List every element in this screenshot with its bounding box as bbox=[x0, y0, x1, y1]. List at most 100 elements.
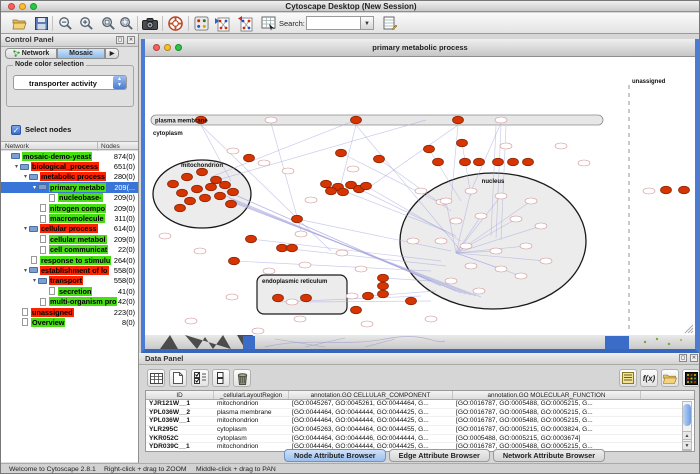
gene-node-selected[interactable] bbox=[197, 168, 208, 176]
gene-node[interactable] bbox=[263, 268, 275, 274]
tree-row[interactable]: mosaic-demo-yeast874(0) bbox=[1, 151, 138, 161]
gene-node[interactable] bbox=[415, 188, 427, 194]
gene-node[interactable] bbox=[305, 197, 317, 203]
gene-node-selected[interactable] bbox=[679, 186, 690, 194]
gene-node-selected[interactable] bbox=[292, 215, 303, 223]
zoom-selected-icon[interactable] bbox=[118, 15, 135, 32]
select-nodes-checkbox[interactable]: ✓ bbox=[11, 125, 21, 135]
column-header[interactable]: ID bbox=[146, 391, 214, 399]
new-attribute-icon[interactable] bbox=[169, 369, 187, 387]
gene-node-selected[interactable] bbox=[277, 244, 288, 252]
unselect-attributes-icon[interactable] bbox=[212, 369, 230, 387]
gene-node[interactable] bbox=[355, 266, 367, 272]
gene-node[interactable] bbox=[361, 321, 373, 327]
gene-node[interactable] bbox=[465, 263, 477, 269]
gene-node-selected[interactable] bbox=[246, 235, 257, 243]
gene-node-selected[interactable] bbox=[206, 183, 217, 191]
gene-node[interactable] bbox=[286, 299, 298, 305]
gene-node-selected[interactable] bbox=[177, 189, 188, 197]
gene-node-selected[interactable] bbox=[424, 145, 435, 153]
gene-node-selected[interactable] bbox=[192, 185, 203, 193]
gene-node-selected[interactable] bbox=[406, 297, 417, 305]
node-color-combobox[interactable]: transporter activity ▲▼ bbox=[13, 75, 127, 90]
gene-node-selected[interactable] bbox=[378, 274, 389, 282]
gene-node-selected[interactable] bbox=[211, 176, 222, 184]
gene-node-selected[interactable] bbox=[244, 154, 255, 162]
delete-attribute-icon[interactable] bbox=[233, 369, 251, 387]
gene-node-selected[interactable] bbox=[433, 158, 444, 166]
float-data-panel-icon[interactable]: ▢ bbox=[679, 354, 687, 362]
gene-node-selected[interactable] bbox=[228, 188, 239, 196]
gene-node-selected[interactable] bbox=[361, 182, 372, 190]
gene-node[interactable] bbox=[299, 262, 311, 268]
zoom-fit-icon[interactable] bbox=[100, 15, 117, 32]
gene-node-selected[interactable] bbox=[523, 158, 534, 166]
gene-node[interactable] bbox=[336, 250, 348, 256]
close-data-panel-icon[interactable]: ✕ bbox=[690, 354, 698, 362]
gene-node-selected[interactable] bbox=[175, 204, 186, 212]
network-edge[interactable] bbox=[371, 125, 458, 186]
gene-node-selected[interactable] bbox=[508, 158, 519, 166]
search-input[interactable] bbox=[306, 16, 361, 30]
gene-node[interactable] bbox=[500, 143, 512, 149]
gene-node[interactable] bbox=[515, 273, 527, 279]
column-header[interactable]: annotation.GO CELLULAR_COMPONENT bbox=[289, 391, 453, 399]
gene-node-selected[interactable] bbox=[460, 158, 471, 166]
gene-node-selected[interactable] bbox=[182, 173, 193, 181]
tab-mosaic[interactable]: Mosaic bbox=[57, 48, 105, 59]
gene-node-selected[interactable] bbox=[287, 244, 298, 252]
tree-row[interactable]: ▾metabolic process280(0) bbox=[1, 172, 138, 182]
gene-node[interactable] bbox=[347, 166, 359, 172]
search-dropdown-button[interactable]: ▼ bbox=[361, 16, 374, 30]
column-header[interactable]: _cellularLayoutRegion bbox=[214, 391, 289, 399]
expand-arrow-icon[interactable]: ▾ bbox=[13, 163, 20, 170]
formula-builder-icon[interactable]: f(x) bbox=[640, 369, 658, 387]
zoom-in-icon[interactable] bbox=[78, 15, 95, 32]
gene-node[interactable] bbox=[450, 218, 462, 224]
gene-node[interactable] bbox=[555, 143, 567, 149]
tree-row[interactable]: cellular metabol209(0) bbox=[1, 234, 138, 244]
gene-node[interactable] bbox=[490, 248, 502, 254]
gene-node[interactable] bbox=[227, 148, 239, 154]
show-selected-network-icon[interactable] bbox=[237, 15, 254, 32]
tree-row[interactable]: ▾cellular process614(0) bbox=[1, 224, 138, 234]
gene-node[interactable] bbox=[643, 188, 655, 194]
tree-row[interactable]: ▾transport558(0) bbox=[1, 276, 138, 286]
gene-node[interactable] bbox=[465, 188, 477, 194]
gene-node[interactable] bbox=[252, 328, 264, 334]
tree-row[interactable]: nucleobase-209(0) bbox=[1, 193, 138, 203]
tree-row[interactable]: ▾establishment of lo558(0) bbox=[1, 265, 138, 275]
tab-overflow-button[interactable]: ▶ bbox=[105, 48, 119, 59]
attribute-table-icon[interactable] bbox=[147, 369, 165, 387]
tree-row[interactable]: Overview8(0) bbox=[1, 317, 138, 327]
gene-node[interactable] bbox=[425, 316, 437, 322]
scrollbar-thumb[interactable] bbox=[683, 404, 691, 426]
tree-row[interactable]: ▾biological_process651(0) bbox=[1, 161, 138, 171]
table-row[interactable]: YJR121W__1mitochondrion[GO:0045267, GO:0… bbox=[146, 400, 694, 409]
import-table-icon[interactable] bbox=[260, 15, 277, 32]
mosaic-layout-icon[interactable] bbox=[193, 15, 210, 32]
tree-row[interactable]: secretion41(0) bbox=[1, 286, 138, 296]
network-edge[interactable] bbox=[221, 120, 426, 179]
gene-node-selected[interactable] bbox=[474, 158, 485, 166]
table-row[interactable]: YPL036W__2plasma membrane[GO:0044464, GO… bbox=[146, 409, 694, 418]
gene-node-selected[interactable] bbox=[363, 292, 374, 300]
gene-node-selected[interactable] bbox=[338, 188, 349, 196]
gene-node[interactable] bbox=[535, 223, 547, 229]
gene-node[interactable] bbox=[520, 243, 532, 249]
table-row[interactable]: YKR052Ccytoplasm[GO:0044464, GO:0044446,… bbox=[146, 435, 694, 444]
network-window-titlebar[interactable]: primary metabolic process bbox=[145, 39, 695, 57]
gene-node-selected[interactable] bbox=[661, 186, 672, 194]
gene-node-selected[interactable] bbox=[326, 187, 337, 195]
gene-node-selected[interactable] bbox=[457, 139, 468, 147]
search-config-icon[interactable] bbox=[381, 15, 398, 32]
combobox-stepper-icon[interactable]: ▲▼ bbox=[113, 76, 126, 89]
help-lifering-icon[interactable] bbox=[167, 15, 184, 32]
network-edge[interactable] bbox=[341, 153, 446, 206]
gene-node[interactable] bbox=[226, 294, 238, 300]
gene-node-selected[interactable] bbox=[185, 197, 196, 205]
gene-node[interactable] bbox=[159, 233, 171, 239]
tree-row[interactable]: unassigned223(0) bbox=[1, 307, 138, 317]
gene-node[interactable] bbox=[495, 266, 507, 272]
network-edge[interactable] bbox=[271, 123, 301, 231]
